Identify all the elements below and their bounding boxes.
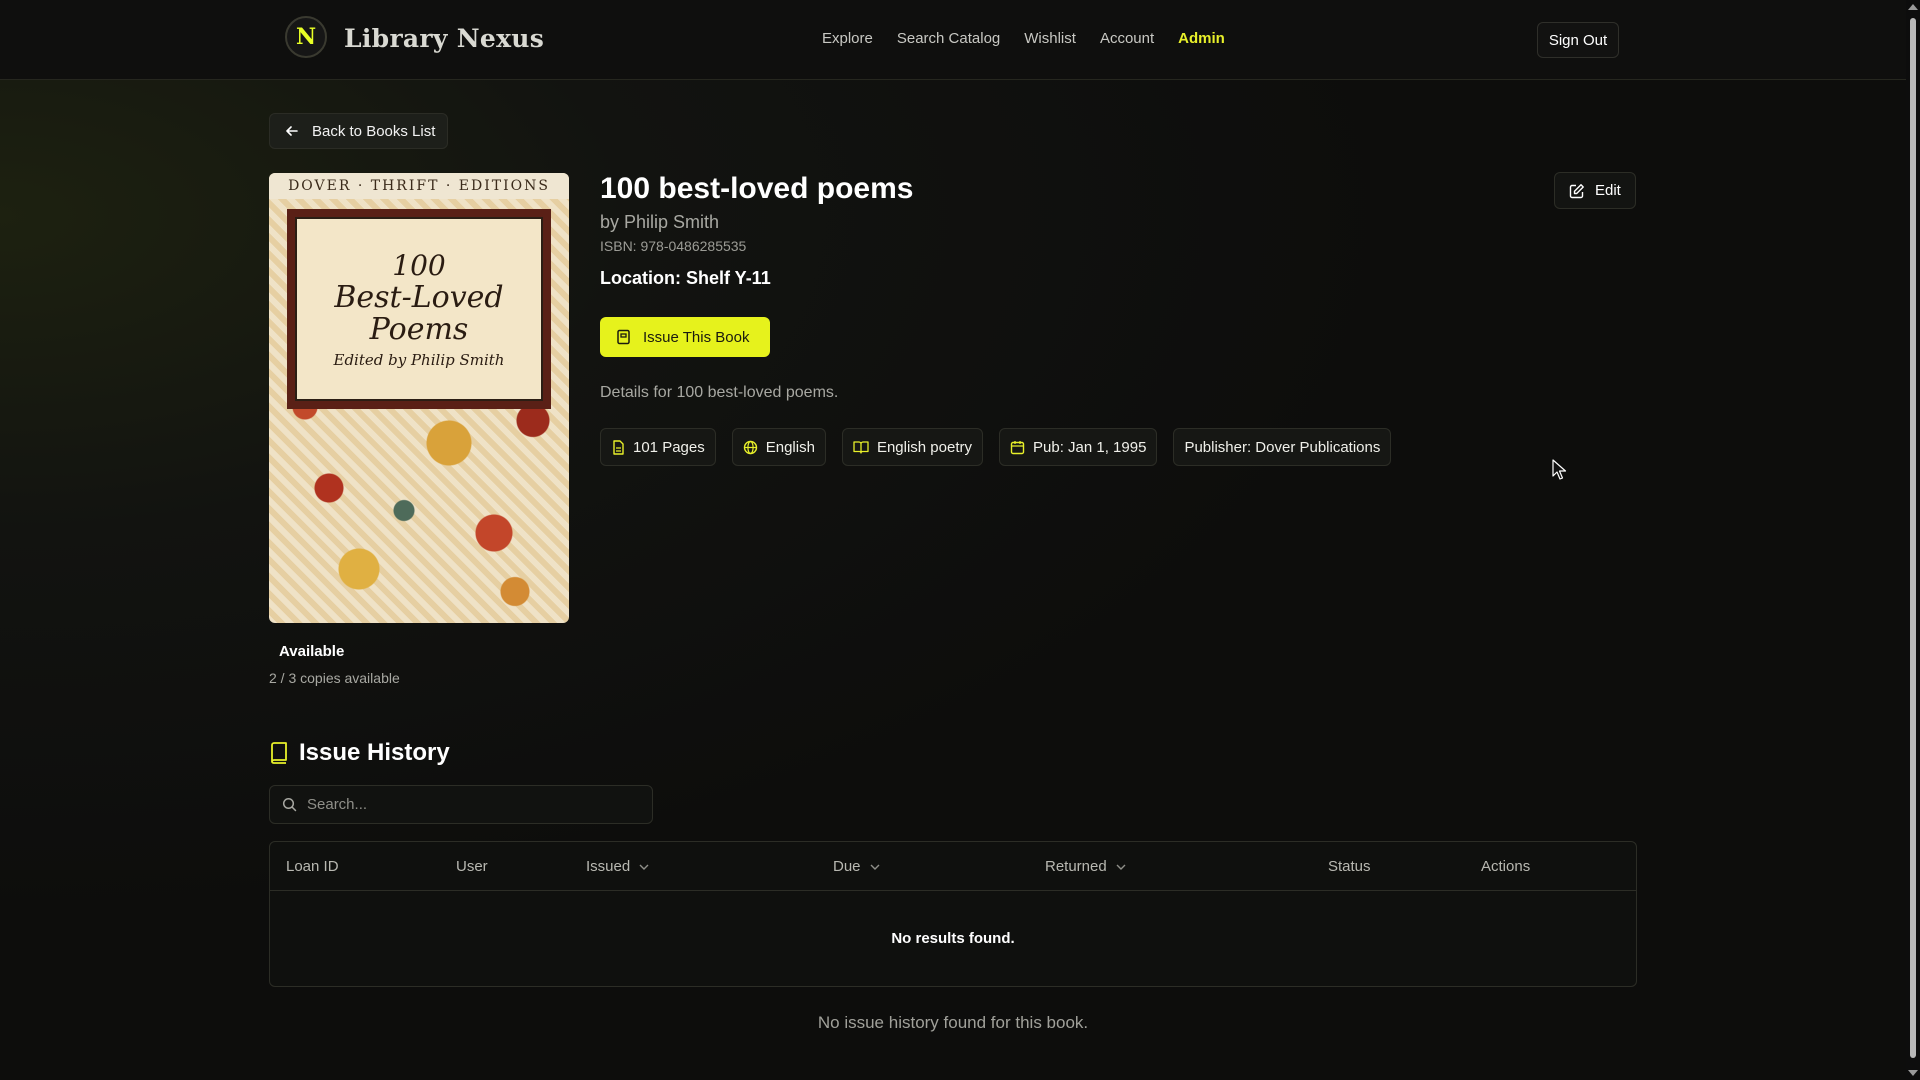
column-due[interactable]: Due	[833, 858, 881, 875]
copies-available: 2 / 3 copies available	[269, 670, 400, 686]
issue-book-button[interactable]: Issue This Book	[600, 317, 770, 357]
logo-letter: N	[295, 24, 317, 50]
book-icon	[271, 742, 287, 764]
column-issued[interactable]: Issued	[586, 858, 650, 875]
tag-label: Publisher: Dover Publications	[1184, 438, 1381, 456]
mouse-cursor-icon	[1552, 459, 1567, 480]
issue-history-title: Issue History	[299, 739, 450, 766]
main-nav: Explore Search Catalog Wishlist Account …	[822, 30, 1249, 47]
tag-publisher: Publisher: Dover Publications	[1173, 428, 1392, 466]
brand-name[interactable]: Library Nexus	[344, 24, 544, 53]
column-returned[interactable]: Returned	[1045, 858, 1127, 875]
tag-label: English	[765, 438, 815, 456]
logo[interactable]: N	[285, 16, 327, 58]
chevron-down-icon	[639, 864, 649, 870]
book-cover-image: DOVER · THRIFT · EDITIONS 100 Best-Loved…	[269, 173, 569, 623]
chevron-down-icon	[1116, 864, 1126, 870]
calendar-icon	[1010, 440, 1025, 454]
nav-explore[interactable]: Explore	[822, 30, 873, 47]
tag-genre: English poetry	[841, 428, 983, 466]
back-to-books-button[interactable]: Back to Books List	[269, 113, 448, 149]
table-header: Loan ID User Issued Due Returned Status …	[270, 842, 1636, 891]
issue-button-label: Issue This Book	[643, 328, 750, 346]
cover-editor: Edited by Philip Smith	[333, 351, 505, 369]
no-history-message: No issue history found for this book.	[817, 1013, 1089, 1032]
back-button-label: Back to Books List	[312, 122, 436, 140]
file-icon	[613, 439, 624, 455]
column-status: Status	[1328, 858, 1371, 875]
tag-label: English poetry	[876, 438, 972, 456]
edit-icon	[1569, 183, 1584, 198]
edit-button-label: Edit	[1595, 182, 1621, 199]
tag-language: English	[731, 428, 826, 466]
column-user: User	[456, 858, 488, 875]
book-author: by Philip Smith	[600, 212, 720, 232]
book-title: 100 best-loved poems	[600, 172, 914, 205]
edit-book-button[interactable]: Edit	[1554, 172, 1636, 209]
scroll-up-icon[interactable]	[1908, 4, 1918, 10]
search-icon	[282, 797, 297, 812]
scroll-down-icon[interactable]	[1908, 1070, 1918, 1076]
tag-label: 101 Pages	[633, 438, 705, 456]
tag-label: Pub: Jan 1, 1995	[1033, 438, 1147, 456]
book-location: Location: Shelf Y-11	[600, 268, 771, 288]
cover-series: DOVER · THRIFT · EDITIONS	[269, 173, 569, 199]
book-open-icon	[853, 441, 869, 454]
issue-history-heading: Issue History	[269, 739, 450, 767]
sign-out-button[interactable]: Sign Out	[1537, 22, 1619, 58]
history-search	[269, 785, 653, 824]
chevron-down-icon	[870, 864, 880, 870]
column-loan-id: Loan ID	[286, 858, 339, 875]
table-empty-message: No results found.	[891, 930, 1015, 947]
column-actions: Actions	[1481, 858, 1531, 875]
availability-status: Available	[279, 643, 345, 660]
issue-history-table: Loan ID User Issued Due Returned Status …	[269, 841, 1637, 987]
arrow-left-icon	[286, 126, 298, 136]
book-details: Details for 100 best-loved poems.	[600, 384, 839, 401]
cover-number: 100	[392, 249, 446, 282]
nav-admin[interactable]: Admin	[1178, 30, 1225, 47]
cover-title-line2: Poems	[369, 311, 469, 347]
page-scrollbar[interactable]	[1906, 0, 1920, 1080]
nav-account[interactable]: Account	[1100, 30, 1154, 47]
book-icon	[617, 329, 630, 345]
cover-title-line1: Best-Loved	[334, 280, 504, 315]
scroll-thumb[interactable]	[1910, 18, 1916, 1058]
tag-pages: 101 Pages	[600, 428, 716, 466]
tag-published: Pub: Jan 1, 1995	[999, 428, 1158, 466]
book-tags: 101 Pages English English poetry Pub: Ja…	[600, 428, 1392, 466]
nav-search-catalog[interactable]: Search Catalog	[897, 30, 1000, 47]
top-navbar: N Library Nexus Explore Search Catalog W…	[0, 0, 1906, 80]
globe-icon	[743, 440, 757, 454]
book-isbn: ISBN: 978-0486285535	[600, 238, 747, 254]
cover-frame: 100 Best-Loved Poems Edited by Philip Sm…	[287, 209, 551, 409]
nav-wishlist[interactable]: Wishlist	[1024, 30, 1076, 47]
cover-title-panel: 100 Best-Loved Poems Edited by Philip Sm…	[295, 217, 543, 401]
history-search-input[interactable]	[307, 796, 637, 813]
